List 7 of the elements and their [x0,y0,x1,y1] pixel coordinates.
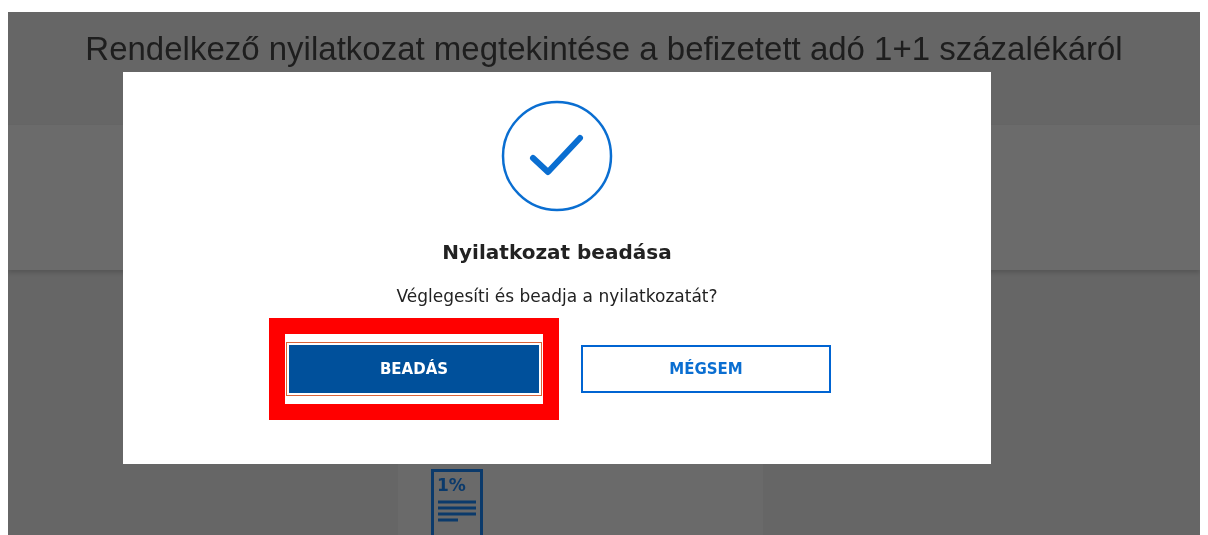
submit-button[interactable]: BEADÁS [289,345,539,393]
dialog-title: Nyilatkozat beadása [442,240,672,264]
page-title: Rendelkező nyilatkozat megtekintése a befizetett adó 1+1 százalékáról [84,29,1124,69]
dialog-message: Véglegesíti és beadja a nyilatkozatát? [396,286,718,306]
document-percent-icon: 1% [430,469,483,535]
check-circle-icon [501,100,613,212]
cancel-button[interactable]: MÉGSEM [581,345,831,393]
